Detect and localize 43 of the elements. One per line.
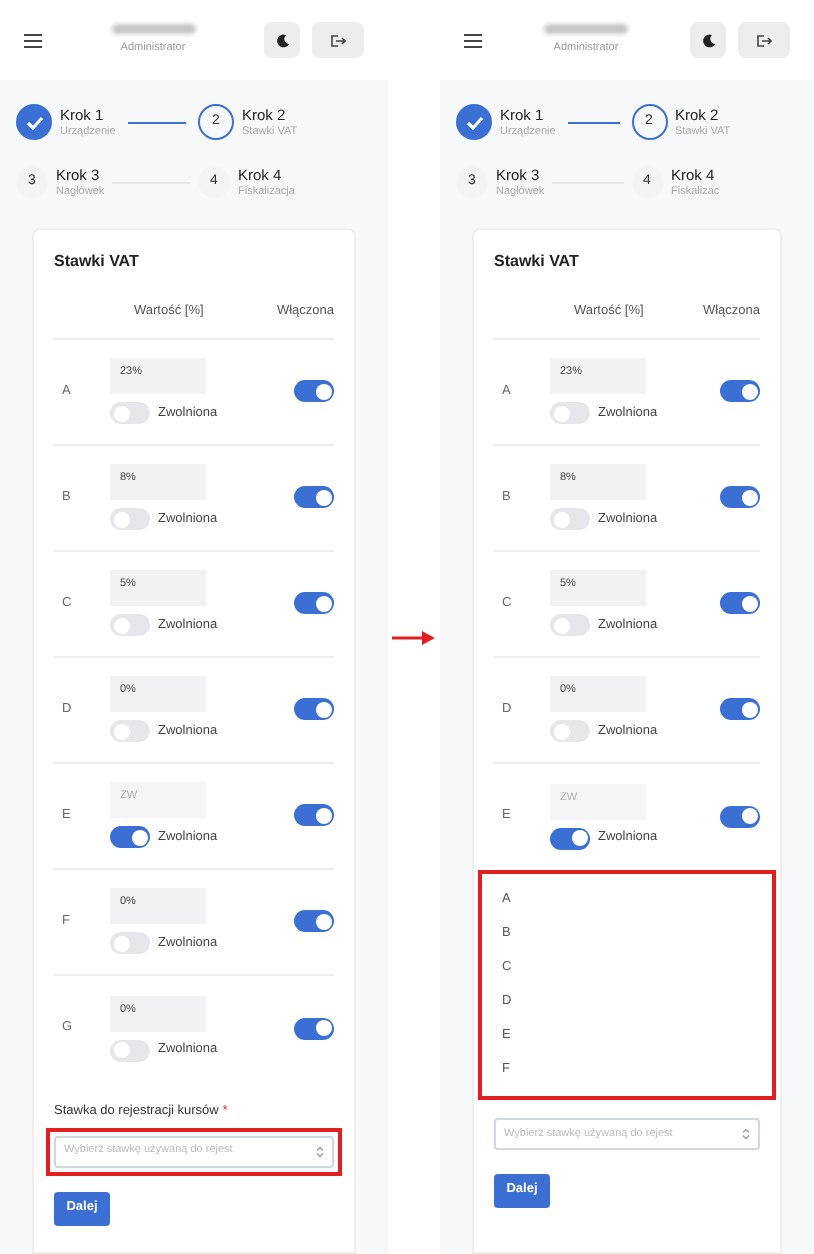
- toggle-switch[interactable]: [294, 592, 334, 615]
- toggle-switch[interactable]: [294, 1017, 334, 1040]
- check-icon: [465, 115, 483, 130]
- toggle-switch[interactable]: [550, 614, 590, 637]
- check-icon: [25, 115, 43, 130]
- toggle-switch[interactable]: [294, 380, 334, 403]
- logout-icon: [330, 33, 346, 47]
- arrow-icon: [392, 630, 436, 646]
- toggle-switch[interactable]: [110, 826, 150, 849]
- toggle-switch[interactable]: [550, 720, 590, 743]
- toggle-switch[interactable]: [110, 402, 150, 425]
- toggle-switch[interactable]: [110, 614, 150, 637]
- logout-icon: [756, 33, 772, 47]
- dark-mode-button[interactable]: [690, 22, 726, 58]
- logout-button[interactable]: [738, 22, 790, 58]
- moon-icon: [701, 33, 715, 47]
- toggle-switch[interactable]: [110, 508, 150, 531]
- menu-icon: [464, 33, 482, 47]
- toggle-switch[interactable]: [294, 804, 334, 827]
- toggle-switch[interactable]: [720, 592, 760, 615]
- toggle-switch[interactable]: [550, 508, 590, 531]
- moon-icon: [275, 33, 289, 47]
- toggle-switch[interactable]: [720, 805, 760, 828]
- dark-mode-button[interactable]: [264, 22, 300, 58]
- blurred-name-block: [111, 23, 195, 34]
- toggle-switch[interactable]: [720, 486, 760, 509]
- card-title: Stawki VAT: [494, 250, 581, 274]
- blurred-name-block: [544, 23, 628, 34]
- toggle-switch[interactable]: [110, 720, 150, 743]
- logout-button[interactable]: [312, 22, 364, 58]
- toggle-switch[interactable]: [720, 380, 760, 403]
- toggle-switch[interactable]: [294, 698, 334, 721]
- toggle-switch[interactable]: [720, 698, 760, 721]
- toggle-switch[interactable]: [550, 402, 590, 425]
- toggle-switch[interactable]: [110, 1039, 150, 1062]
- card-title: Stawki VAT: [54, 250, 141, 274]
- menu-icon: [24, 33, 42, 47]
- sort-arrows-icon: [316, 1145, 324, 1157]
- sort-arrows-icon: [742, 1127, 750, 1140]
- toggle-switch[interactable]: [550, 827, 590, 850]
- toggle-switch[interactable]: [110, 932, 150, 955]
- toggle-switch[interactable]: [294, 910, 334, 933]
- toggle-switch[interactable]: [294, 486, 334, 509]
